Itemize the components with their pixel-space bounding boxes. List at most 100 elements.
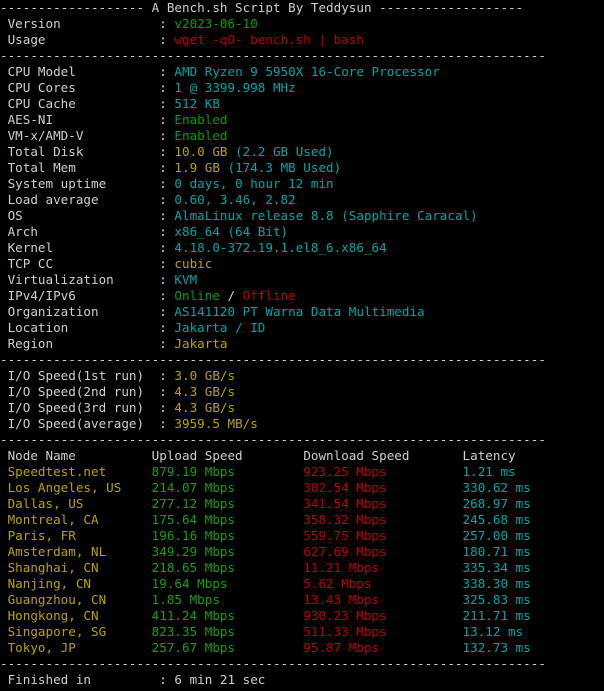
sysinfo-value: KVM (174, 272, 198, 287)
sysinfo-label: VM-x/AMD-V (0, 128, 160, 143)
sysinfo-row: Location : Jakarta / ID (0, 320, 604, 336)
sysinfo-row: Total Mem : 1.9 GB (174.3 MB Used) (0, 160, 604, 176)
iospeed-colon: : (159, 400, 175, 415)
speedtest-latency: 245.68 ms (462, 512, 531, 527)
sysinfo-colon: : (159, 288, 175, 303)
meta-row: Usage : wget -qO- bench.sh | bash (0, 32, 604, 48)
speedtest-latency: 330.62 ms (462, 480, 531, 495)
speedtest-latency: 325.83 ms (462, 592, 531, 607)
speedtest-download-speed: 95.87 Mbps (303, 640, 463, 655)
speedtest-row: Paris, FR 196.16 Mbps 559.75 Mbps 257.00… (0, 528, 604, 544)
speedtest-latency: 338.30 ms (462, 576, 531, 591)
divider: ----------------------------------------… (0, 656, 604, 672)
speedtest-download-speed: 559.75 Mbps (303, 528, 463, 543)
terminal-output: ------------------- A Bench.sh Script By… (0, 0, 604, 691)
sysinfo-value-extra: (174.3 MB Used) (219, 160, 342, 175)
speedtest-latency: 1.21 ms (462, 464, 516, 479)
sysinfo-value: Enabled (174, 112, 228, 127)
speedtest-upload-speed: 218.65 Mbps (151, 560, 304, 575)
sysinfo-value: cubic (174, 256, 213, 271)
speedtest-row: Amsterdam, NL 349.29 Mbps 627.69 Mbps 18… (0, 544, 604, 560)
footer-label: Finished in (0, 672, 160, 687)
speedtest-row: Speedtest.net 879.19 Mbps 923.25 Mbps 1.… (0, 464, 604, 480)
speedtest-download-speed: 11.21 Mbps (303, 560, 463, 575)
sysinfo-colon: : (159, 320, 175, 335)
sysinfo-label: Kernel (0, 240, 160, 255)
meta-colon: : (159, 32, 175, 47)
speedtest-download-speed: 13.43 Mbps (303, 592, 463, 607)
meta-label: Version (0, 16, 160, 31)
sysinfo-label: IPv4/IPv6 (0, 288, 160, 303)
speedtest-node-name: Amsterdam, NL (0, 544, 152, 559)
speedtest-col-download: Download Speed (303, 448, 463, 463)
speedtest-node-name: Dallas, US (0, 496, 152, 511)
sysinfo-value: 0.60, 3.46, 2.82 (174, 192, 296, 207)
speedtest-row: Singapore, SG 823.35 Mbps 511.33 Mbps 13… (0, 624, 604, 640)
speedtest-row: Tokyo, JP 257.67 Mbps 95.87 Mbps 132.73 … (0, 640, 604, 656)
sysinfo-label: OS (0, 208, 160, 223)
sysinfo-row: Load average : 0.60, 3.46, 2.82 (0, 192, 604, 208)
sysinfo-row: CPU Cache : 512 KB (0, 96, 604, 112)
divider-rule: ----------------------------------------… (0, 48, 546, 63)
sysinfo-colon: : (159, 128, 175, 143)
footer-row: Finished in : 6 min 21 sec (0, 672, 604, 688)
sysinfo-row: Organization : AS141120 PT Warna Data Mu… (0, 304, 604, 320)
speedtest-row: Nanjing, CN 19.64 Mbps 5.62 Mbps 338.30 … (0, 576, 604, 592)
sysinfo-row: Region : Jakarta (0, 336, 604, 352)
iospeed-value: 3959.5 MB/s (174, 416, 258, 431)
speedtest-latency: 13.12 ms (462, 624, 524, 639)
sysinfo-row: System uptime : 0 days, 0 hour 12 min (0, 176, 604, 192)
sysinfo-label: TCP CC (0, 256, 160, 271)
sysinfo-value: AS141120 PT Warna Data Multimedia (174, 304, 425, 319)
sysinfo-label: AES-NI (0, 112, 160, 127)
speedtest-node-name: Hongkong, CN (0, 608, 152, 623)
sysinfo-label: CPU Model (0, 64, 160, 79)
speedtest-node-name: Los Angeles, US (0, 480, 152, 495)
sysinfo-colon: : (159, 304, 175, 319)
speedtest-node-name: Speedtest.net (0, 464, 152, 479)
speedtest-col-node: Node Name (0, 448, 152, 463)
speedtest-upload-speed: 175.64 Mbps (151, 512, 304, 527)
speedtest-upload-speed: 277.12 Mbps (151, 496, 304, 511)
sysinfo-row: OS : AlmaLinux release 8.8 (Sapphire Car… (0, 208, 604, 224)
sysinfo-value: 10.0 GB (174, 144, 228, 159)
meta-row: Version : v2023-06-10 (0, 16, 604, 32)
speedtest-node-name: Paris, FR (0, 528, 152, 543)
iospeed-row: I/O Speed(3rd run) : 4.3 GB/s (0, 400, 604, 416)
speedtest-upload-speed: 214.07 Mbps (151, 480, 304, 495)
sysinfo-colon: : (159, 80, 175, 95)
speedtest-row: Dallas, US 277.12 Mbps 341.54 Mbps 268.9… (0, 496, 604, 512)
sysinfo-label: CPU Cache (0, 96, 160, 111)
sysinfo-row: Kernel : 4.18.0-372.19.1.el8_6.x86_64 (0, 240, 604, 256)
sysinfo-colon: : (159, 256, 175, 271)
sysinfo-value-extra: / (219, 288, 243, 303)
speedtest-node-name: Shanghai, CN (0, 560, 152, 575)
sysinfo-value: 512 KB (174, 96, 220, 111)
footer-value: 6 min 21 sec (174, 672, 266, 687)
sysinfo-row: CPU Cores : 1 @ 3399.998 MHz (0, 80, 604, 96)
speedtest-row: Guangzhou, CN 1.85 Mbps 13.43 Mbps 325.8… (0, 592, 604, 608)
iospeed-label: I/O Speed(3rd run) (0, 400, 160, 415)
speedtest-row: Hongkong, CN 411.24 Mbps 930.23 Mbps 211… (0, 608, 604, 624)
speedtest-node-name: Singapore, SG (0, 624, 152, 639)
sysinfo-colon: : (159, 112, 175, 127)
sysinfo-value: 1 @ 3399.998 MHz (174, 80, 296, 95)
sysinfo-value: Online (174, 288, 220, 303)
sysinfo-colon: : (159, 176, 175, 191)
banner-separator-right: ------------------- (371, 0, 524, 15)
sysinfo-label: Virtualization (0, 272, 160, 287)
meta-value: v2023-06-10 (174, 16, 258, 31)
speedtest-upload-speed: 879.19 Mbps (151, 464, 304, 479)
sysinfo-row: AES-NI : Enabled (0, 112, 604, 128)
divider-rule: ----------------------------------------… (0, 656, 546, 671)
sysinfo-label: Organization (0, 304, 160, 319)
iospeed-colon: : (159, 416, 175, 431)
iospeed-label: I/O Speed(2nd run) (0, 384, 160, 399)
speedtest-download-speed: 358.32 Mbps (303, 512, 463, 527)
meta-label: Usage (0, 32, 160, 47)
speedtest-latency: 257.00 ms (462, 528, 531, 543)
sysinfo-colon: : (159, 192, 175, 207)
speedtest-latency: 211.71 ms (462, 608, 531, 623)
speedtest-upload-speed: 19.64 Mbps (151, 576, 304, 591)
speedtest-download-speed: 5.62 Mbps (303, 576, 463, 591)
